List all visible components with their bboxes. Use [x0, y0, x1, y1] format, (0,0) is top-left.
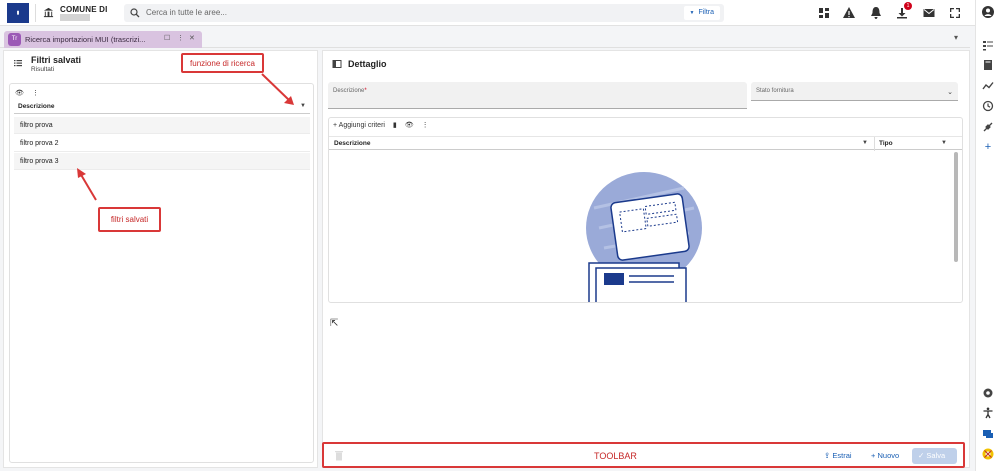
trend-icon[interactable] — [981, 79, 995, 93]
tab-more-icon[interactable]: ⋮ — [177, 34, 184, 42]
help-icon[interactable] — [981, 447, 995, 461]
list-item[interactable]: filtro prova — [14, 117, 310, 134]
list-toolbar: 👁 ⋮ — [15, 89, 39, 97]
book-icon[interactable] — [981, 58, 995, 72]
annotation-saved-filters: filtri salvati — [98, 207, 161, 232]
more-icon[interactable]: ⋮ — [422, 122, 429, 129]
right-rail: + — [975, 0, 1000, 471]
tab-avatar: Tr — [8, 33, 21, 46]
descrizione-label: Descrizione* — [333, 88, 367, 94]
filter-funnel-icon[interactable]: ▼ — [862, 140, 868, 146]
fullscreen-icon[interactable] — [947, 5, 963, 21]
stato-fornitura-select[interactable]: Stato fornitura ⌄ — [751, 82, 958, 101]
global-search[interactable]: Cerca in tutte le aree... Filtra — [124, 4, 724, 22]
panel-title: Dettaglio — [348, 59, 387, 69]
search-input[interactable]: Cerca in tutte le aree... — [146, 8, 227, 17]
export-icon: ⇪ — [824, 451, 831, 460]
download-button[interactable]: 1 — [894, 2, 912, 21]
chevron-down-icon: ⌄ — [947, 89, 953, 96]
grid-scrollbar[interactable] — [954, 152, 958, 262]
estrai-button[interactable]: ⇪ Estrai — [818, 448, 858, 464]
more-icon[interactable]: ⋮ — [32, 90, 39, 97]
tab-title: Ricerca importazioni MUI (trascrizi... — [25, 35, 146, 44]
mail-icon[interactable] — [921, 5, 937, 21]
list-item[interactable]: filtro prova 3 — [14, 153, 310, 170]
stato-fornitura-label: Stato fornitura — [756, 88, 794, 94]
list-item[interactable]: filtro prova 2 — [14, 135, 310, 152]
grid-header: Descrizione ▼ Tipo ▼ — [329, 136, 962, 151]
check-icon: ✓ — [918, 451, 925, 460]
nuovo-button[interactable]: + Nuovo — [865, 448, 905, 464]
download-badge: 1 — [904, 2, 912, 10]
tab-window-icon[interactable]: ☐ — [164, 34, 170, 42]
divider — [35, 4, 36, 22]
municipality-logo[interactable]: ▮ — [7, 3, 29, 23]
list-icon — [14, 60, 22, 67]
gear-icon[interactable] — [981, 386, 995, 400]
criteria-grid: + Aggiungi criteri ▮ 👁 ⋮ Descrizione ▼ T… — [328, 117, 963, 303]
grid-toolbar: + Aggiungi criteri ▮ 👁 ⋮ — [333, 121, 429, 133]
trash-icon[interactable]: ▮ — [393, 122, 397, 129]
chat-icon[interactable] — [981, 427, 995, 441]
column-header-label: Descrizione — [18, 103, 55, 110]
eye-icon[interactable]: 👁 — [15, 90, 24, 97]
tab-ricerca-importazioni[interactable]: Tr Ricerca importazioni MUI (trascrizi..… — [4, 31, 202, 48]
salva-button[interactable]: ✓ Salva — [912, 448, 957, 464]
bell-icon[interactable] — [868, 5, 884, 21]
detail-panel: Dettaglio Descrizione* Stato fornitura ⌄… — [322, 50, 970, 468]
annotation-search-function: funzione di ricerca — [181, 53, 264, 73]
top-bar: ▮ COMUNE DI Cerca in tutte le aree... Fi… — [0, 0, 1000, 26]
descrizione-field[interactable]: Descrizione* — [328, 82, 747, 109]
column-header-tipo[interactable]: Tipo — [879, 140, 893, 147]
accessibility-icon[interactable] — [981, 406, 995, 420]
collapse-chevron-icon[interactable]: ▾ — [954, 33, 958, 42]
tab-bar: Tr Ricerca importazioni MUI (trascrizi..… — [0, 26, 970, 48]
plugin-icon[interactable] — [981, 120, 995, 134]
panel-title: Filtri salvati — [31, 55, 82, 65]
dashboard-icon[interactable] — [816, 5, 832, 21]
warning-icon[interactable] — [841, 5, 857, 21]
toolbar-annotation-label: TOOLBAR — [594, 451, 637, 461]
add-icon[interactable]: + — [981, 140, 995, 154]
tab-close-icon[interactable]: ✕ — [189, 34, 195, 42]
saved-filters-panel: Filtri salvati Risultati 👁 ⋮ Descrizione… — [3, 50, 318, 468]
comune-name-redacted — [60, 14, 90, 21]
history-icon[interactable] — [981, 99, 995, 113]
list-view-icon[interactable] — [981, 38, 995, 52]
institution-icon[interactable] — [43, 7, 54, 18]
eye-icon[interactable]: 👁 — [405, 122, 414, 129]
account-icon[interactable] — [981, 5, 995, 19]
add-criteria-button[interactable]: + Aggiungi criteri — [333, 122, 385, 129]
search-icon — [130, 8, 140, 18]
mouse-cursor-icon: ⇱ — [330, 318, 339, 329]
plus-icon: + — [871, 451, 876, 460]
trash-icon[interactable] — [334, 450, 344, 461]
column-header-descrizione[interactable]: Descrizione — [334, 140, 371, 147]
bottom-toolbar: TOOLBAR ⇪ Estrai + Nuovo ✓ Salva — [322, 442, 965, 468]
panel-toggle-icon[interactable] — [332, 59, 342, 69]
filter-button[interactable]: Filtra — [684, 6, 720, 20]
filter-funnel-icon[interactable]: ▼ — [300, 103, 306, 109]
empty-state-illustration — [586, 172, 702, 302]
column-header-descrizione[interactable]: Descrizione ▼ — [14, 100, 310, 114]
panel-subtitle: Risultati — [31, 66, 55, 73]
column-divider — [874, 137, 875, 151]
filter-funnel-icon[interactable]: ▼ — [941, 140, 947, 146]
comune-label: COMUNE DI — [60, 5, 108, 14]
saved-filters-list: 👁 ⋮ Descrizione ▼ filtro prova filtro pr… — [9, 83, 314, 463]
